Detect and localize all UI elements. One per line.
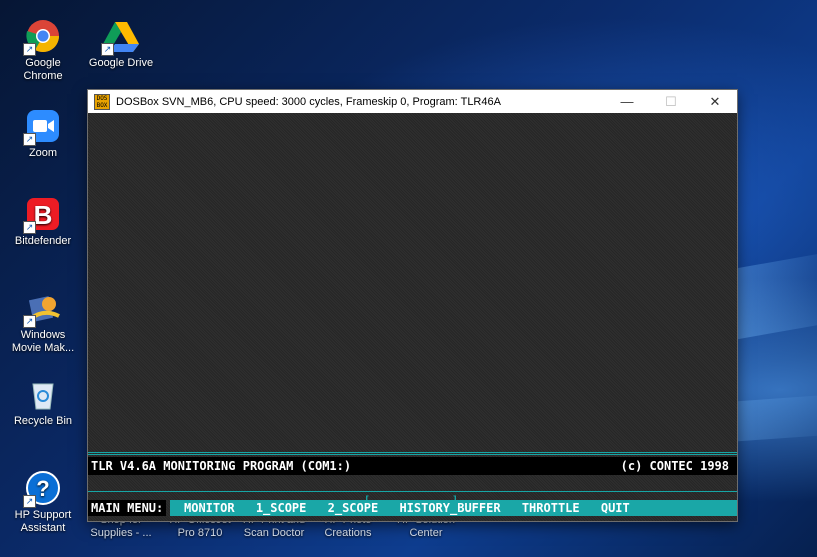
windows-movie-maker-shortcut[interactable]: ↗ Windows Movie Mak... <box>6 290 80 355</box>
movie-maker-icon: ↗ <box>23 290 61 328</box>
zoom-shortcut[interactable]: ↗ Zoom <box>6 108 80 160</box>
maximize-button[interactable]: ☐ <box>649 90 693 113</box>
ghost-label-creations[interactable]: Creations <box>312 527 384 539</box>
ghost-label-supplies[interactable]: Supplies - ... <box>86 527 156 539</box>
icon-label: Windows Movie Mak... <box>11 329 75 354</box>
window-title-bar[interactable]: DOS BOX DOSBox SVN_MB6, CPU speed: 3000 … <box>88 90 737 113</box>
icon-label: Zoom <box>28 147 58 159</box>
program-status-line: TLR V4.6A MONITORING PROGRAM (COM1:) (c)… <box>88 457 737 475</box>
menu-item-throttle[interactable]: THROTTLE <box>522 500 580 516</box>
bitdefender-icon: B ↗ <box>23 196 61 234</box>
menu-item-1-scope[interactable]: 1_SCOPE <box>256 500 307 516</box>
main-menu-bar: [ ] MAIN MENU: MONITOR 1_SCOPE 2_SCOPE H… <box>88 495 737 520</box>
icon-label: Bitdefender <box>14 235 72 247</box>
recycle-bin[interactable]: Recycle Bin <box>6 376 80 428</box>
program-title: TLR V4.6A MONITORING PROGRAM (COM1:) <box>91 459 352 473</box>
icon-label: HP Support Assistant <box>14 509 72 534</box>
ghost-label-pro-8710[interactable]: Pro 8710 <box>164 527 236 539</box>
main-menu-label: MAIN MENU: <box>88 500 167 516</box>
menu-item-quit[interactable]: QUIT <box>601 500 630 516</box>
hp-support-assistant-shortcut[interactable]: ? ↗ HP Support Assistant <box>6 470 80 535</box>
icon-label: Google Chrome <box>23 57 63 82</box>
desktop: ↗ Google Chrome ↗ Google Drive ↗ Zoom B … <box>0 0 817 557</box>
divider-line <box>88 491 737 492</box>
google-chrome-shortcut[interactable]: ↗ Google Chrome <box>6 18 80 83</box>
zoom-icon: ↗ <box>23 108 61 146</box>
menu-item-2-scope[interactable]: 2_SCOPE <box>328 500 379 516</box>
google-drive-icon: ↗ <box>101 18 139 56</box>
svg-text:?: ? <box>36 476 49 501</box>
dos-screen[interactable]: TLR V4.6A MONITORING PROGRAM (COM1:) (c)… <box>88 113 737 521</box>
dosbox-window[interactable]: DOS BOX DOSBox SVN_MB6, CPU speed: 3000 … <box>88 90 737 521</box>
divider-line <box>88 452 737 453</box>
close-button[interactable]: ✕ <box>693 90 737 113</box>
ghost-label-center[interactable]: Center <box>388 527 464 539</box>
window-title: DOSBox SVN_MB6, CPU speed: 3000 cycles, … <box>116 95 501 108</box>
menu-item-history-buffer[interactable]: HISTORY_BUFFER <box>399 500 500 516</box>
google-drive-shortcut[interactable]: ↗ Google Drive <box>84 18 158 70</box>
hp-support-icon: ? ↗ <box>23 470 61 508</box>
icon-label: Recycle Bin <box>13 415 73 427</box>
recycle-bin-icon <box>25 376 61 412</box>
bitdefender-shortcut[interactable]: B ↗ Bitdefender <box>6 196 80 248</box>
chrome-icon: ↗ <box>23 18 61 56</box>
ghost-label-scan-doctor[interactable]: Scan Doctor <box>236 527 312 539</box>
menu-item-monitor[interactable]: MONITOR <box>184 500 235 516</box>
menu-items: MONITOR 1_SCOPE 2_SCOPE HISTORY_BUFFER T… <box>170 500 737 516</box>
svg-text:B: B <box>34 200 53 230</box>
divider-line <box>88 454 737 455</box>
copyright-text: (c) CONTEC 1998 <box>620 459 729 473</box>
minimize-button[interactable]: — <box>605 90 649 113</box>
dosbox-app-icon: DOS BOX <box>94 93 110 110</box>
icon-label: Google Drive <box>88 57 154 69</box>
